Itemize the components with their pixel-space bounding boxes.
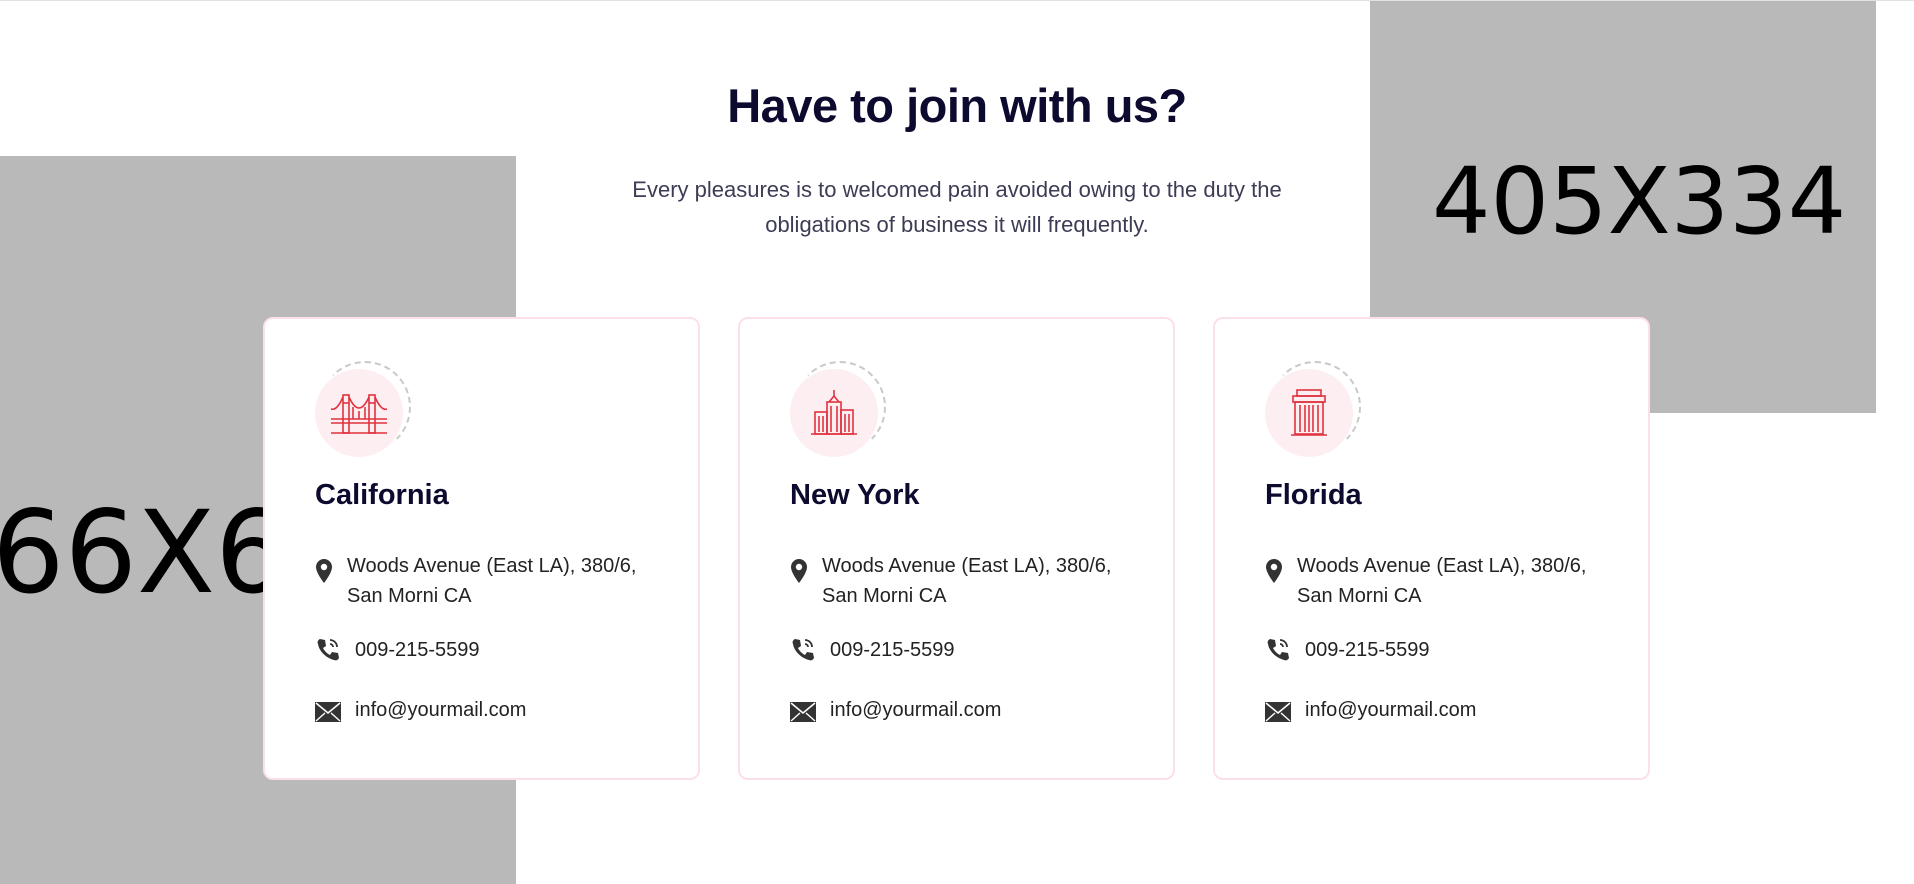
address-row: Woods Avenue (East LA), 380/6, San Morni… bbox=[1265, 551, 1627, 611]
golden-gate-bridge-icon bbox=[330, 394, 388, 434]
placeholder-left-label: 66X6 bbox=[0, 486, 288, 619]
phone-row[interactable]: 009-215-5599 bbox=[1265, 635, 1430, 665]
card-title: Florida bbox=[1265, 479, 1362, 511]
location-card-new-york: New York Woods Avenue (East LA), 380/6, … bbox=[738, 317, 1175, 780]
phone-text[interactable]: 009-215-5599 bbox=[1305, 635, 1430, 665]
email-link[interactable]: info@yourmail.com bbox=[355, 695, 526, 725]
section-heading: Have to join with us? bbox=[727, 79, 1187, 132]
map-pin-icon bbox=[1265, 557, 1297, 585]
address-text: Woods Avenue (East LA), 380/6, San Morni… bbox=[822, 555, 1112, 607]
address-row: Woods Avenue (East LA), 380/6, San Morni… bbox=[315, 551, 677, 611]
email-row[interactable]: info@yourmail.com bbox=[1265, 695, 1476, 726]
map-pin-icon bbox=[315, 557, 347, 585]
envelope-icon bbox=[1265, 698, 1305, 726]
address-row: Woods Avenue (East LA), 380/6, San Morni… bbox=[790, 551, 1152, 611]
card-icon-wrapper bbox=[1265, 361, 1365, 461]
phone-text[interactable]: 009-215-5599 bbox=[830, 635, 955, 665]
envelope-icon bbox=[790, 698, 830, 726]
email-link[interactable]: info@yourmail.com bbox=[830, 695, 1001, 725]
phone-icon bbox=[790, 635, 830, 663]
phone-row[interactable]: 009-215-5599 bbox=[790, 635, 955, 665]
building-icon bbox=[1291, 389, 1327, 436]
card-icon-wrapper bbox=[790, 361, 890, 461]
address-text: Woods Avenue (East LA), 380/6, San Morni… bbox=[1297, 555, 1587, 607]
envelope-icon bbox=[315, 698, 355, 726]
phone-icon bbox=[1265, 635, 1305, 663]
map-pin-icon bbox=[790, 557, 822, 585]
email-link[interactable]: info@yourmail.com bbox=[1305, 695, 1476, 725]
card-title: California bbox=[315, 479, 449, 511]
phone-icon bbox=[315, 635, 355, 663]
card-title: New York bbox=[790, 479, 920, 511]
location-card-california: California Woods Avenue (East LA), 380/6… bbox=[263, 317, 700, 780]
section-subtitle: Every pleasures is to welcomed pain avoi… bbox=[632, 177, 1282, 237]
icon-circle bbox=[315, 369, 403, 457]
placeholder-right-label: 405X334 bbox=[1432, 148, 1847, 255]
email-row[interactable]: info@yourmail.com bbox=[315, 695, 526, 726]
email-row[interactable]: info@yourmail.com bbox=[790, 695, 1001, 726]
address-text: Woods Avenue (East LA), 380/6, San Morni… bbox=[347, 555, 637, 607]
phone-row[interactable]: 009-215-5599 bbox=[315, 635, 480, 665]
icon-circle bbox=[790, 369, 878, 457]
phone-text[interactable]: 009-215-5599 bbox=[355, 635, 480, 665]
card-icon-wrapper bbox=[315, 361, 415, 461]
icon-circle bbox=[1265, 369, 1353, 457]
city-skyline-icon bbox=[811, 390, 857, 435]
location-card-florida: Florida Woods Avenue (East LA), 380/6, S… bbox=[1213, 317, 1650, 780]
